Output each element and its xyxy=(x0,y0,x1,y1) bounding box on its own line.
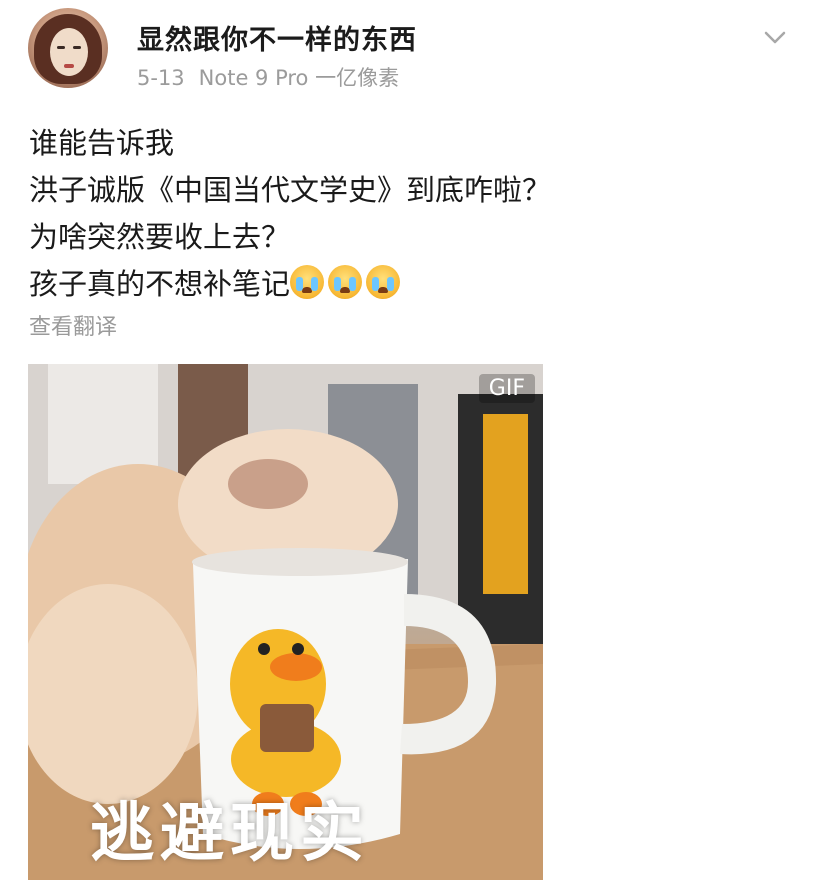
post-line-with-emoji: 孩子真的不想补笔记 xyxy=(29,261,551,308)
avatar-eye-right xyxy=(73,46,81,49)
post-image-gif[interactable]: GIF 逃避现实 xyxy=(28,364,543,880)
crying-face-emoji-icon xyxy=(328,265,363,299)
post-line: 孩子真的不想补笔记 xyxy=(29,267,291,301)
post-body: 谁能告诉我 洪子诚版《中国当代文学史》到底咋啦？ 为啥突然要收上去？ 孩子真的不… xyxy=(29,120,551,308)
crying-face-emoji-icon xyxy=(366,265,401,299)
translate-link[interactable]: 查看翻译 xyxy=(29,309,117,341)
post-line: 为啥突然要收上去？ xyxy=(29,220,291,254)
post-line: 谁能告诉我 xyxy=(29,126,175,160)
post-line: 洪子诚版《中国当代文学史》到底咋啦？ xyxy=(29,173,552,207)
avatar-face xyxy=(50,28,88,76)
avatar[interactable] xyxy=(28,8,108,88)
post-header: 显然跟你不一样的东西 5-13 Note 9 Pro 一亿像素 xyxy=(0,0,828,110)
post-meta: 5-13 Note 9 Pro 一亿像素 xyxy=(137,62,413,92)
avatar-eye-left xyxy=(57,46,65,49)
avatar-lips xyxy=(64,64,74,68)
post-date: 5-13 xyxy=(137,66,185,90)
chevron-down-icon[interactable] xyxy=(762,24,788,50)
post-device: Note 9 Pro 一亿像素 xyxy=(198,66,400,90)
meme-caption: 逃避现实 xyxy=(90,797,370,871)
gif-badge: GIF xyxy=(478,374,535,403)
username[interactable]: 显然跟你不一样的东西 xyxy=(137,18,417,57)
crying-face-emoji-icon xyxy=(290,265,325,299)
